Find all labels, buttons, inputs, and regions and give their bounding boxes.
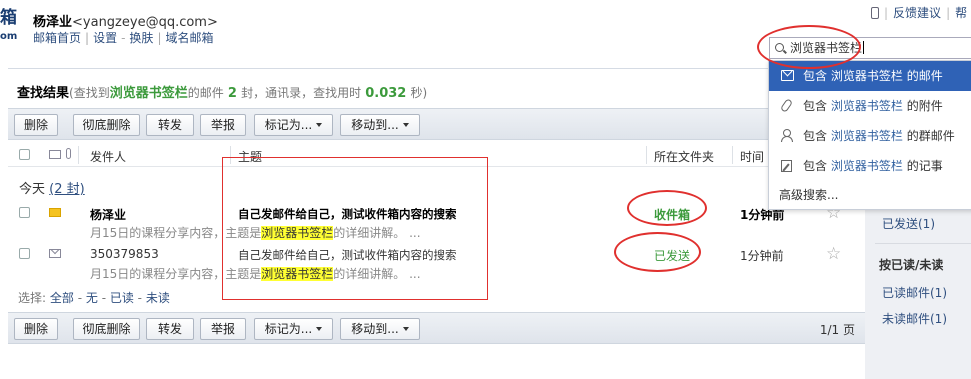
header-links: 邮箱首页 | 设置 - 换肤 | 域名邮箱 (33, 31, 214, 45)
filter-panel: 已发送(1) 按已读/未读 已读邮件(1) 未读邮件(1) (865, 196, 971, 379)
paperclip-icon (779, 98, 794, 113)
time-column[interactable]: 时间 (740, 148, 764, 165)
star-icon[interactable]: ☆ (826, 244, 841, 264)
select-all-link[interactable]: 全部 (50, 291, 74, 305)
report-button[interactable]: 举报 (200, 114, 246, 136)
mark-as-dropdown[interactable]: 标记为... (254, 318, 333, 340)
annotation-oval-sent (614, 232, 701, 272)
row-checkbox[interactable] (19, 207, 30, 218)
chevron-down-icon (402, 123, 409, 127)
mailbox-logo: 箱 om (0, 8, 18, 42)
select-none-link[interactable]: 无 (86, 291, 98, 305)
suggestion-group-mail[interactable]: 包含 浏览器书签栏 的群邮件 (769, 121, 971, 151)
mailbox-home-link[interactable]: 邮箱首页 (33, 31, 81, 45)
read-envelope-icon (49, 249, 61, 258)
chevron-down-icon (402, 327, 409, 331)
delete-forever-button[interactable]: 彻底删除 (73, 114, 140, 136)
forward-button[interactable]: 转发 (146, 318, 194, 340)
note-icon (781, 160, 792, 172)
elapsed-time: 0.032 (365, 86, 407, 101)
filter-unread[interactable]: 未读邮件(1) (882, 310, 947, 327)
top-toolbar: 删除 彻底删除 转发 举报 标记为... 移动到... (8, 108, 865, 140)
select-all-checkbox[interactable] (19, 149, 30, 160)
select-unread-link[interactable]: 未读 (146, 291, 170, 305)
chevron-down-icon (316, 327, 323, 331)
report-button[interactable]: 举报 (200, 318, 246, 340)
delete-button[interactable]: 删除 (14, 114, 58, 136)
delete-forever-button[interactable]: 彻底删除 (73, 318, 140, 340)
mail-sender: 杨泽业 (90, 208, 127, 222)
top-right-links: | 反馈建议 | 帮 (871, 4, 967, 21)
settings-link[interactable]: 设置 (93, 31, 117, 45)
skin-link[interactable]: 换肤 (129, 31, 153, 45)
group-count-link[interactable]: (2 封) (49, 182, 85, 197)
feedback-link[interactable]: 反馈建议 (893, 6, 941, 20)
user-name: 杨泽业 (33, 15, 73, 30)
sender-column[interactable]: 发件人 (90, 148, 126, 165)
domain-mail-link[interactable]: 域名邮箱 (165, 31, 213, 45)
mail-sender: 350379853 (90, 247, 159, 261)
filter-read-heading: 按已读/未读 (879, 258, 944, 272)
filter-sent[interactable]: 已发送(1) (882, 215, 935, 232)
move-to-dropdown[interactable]: 移动到... (340, 114, 420, 136)
phone-icon[interactable] (871, 7, 879, 19)
bottom-toolbar: 删除 彻底删除 转发 举报 标记为... 移动到... 1/1 页 (8, 312, 865, 344)
envelope-icon (781, 70, 794, 81)
move-to-dropdown[interactable]: 移动到... (340, 318, 420, 340)
annotation-rectangle (222, 157, 488, 300)
row-checkbox[interactable] (19, 248, 30, 259)
suggestion-note[interactable]: 包含 浏览器书签栏 的记事 (769, 151, 971, 181)
user-email: <yangzeye@qq.com> (72, 15, 218, 30)
annotation-oval-inbox (627, 190, 707, 226)
advanced-search-link[interactable]: 高级搜索... (769, 181, 971, 209)
envelope-icon (49, 150, 61, 159)
filter-read[interactable]: 已读邮件(1) (882, 284, 947, 301)
unread-envelope-icon (49, 208, 61, 217)
annotation-oval-search (757, 25, 861, 69)
mark-as-dropdown[interactable]: 标记为... (254, 114, 333, 136)
mail-time: 1分钟前 (740, 249, 784, 263)
chevron-down-icon (316, 123, 323, 127)
select-read-link[interactable]: 已读 (110, 291, 134, 305)
folder-column[interactable]: 所在文件夹 (654, 148, 714, 165)
group-today: 今天 (2 封) (19, 182, 85, 197)
delete-button[interactable]: 删除 (14, 318, 58, 340)
results-title: 查找结果(查找到浏览器书签栏的邮件 2 封，通讯录，查找用时 0.032 秒) (17, 86, 428, 101)
result-count: 2 (227, 86, 237, 101)
suggestion-attachment[interactable]: 包含 浏览器书签栏 的附件 (769, 91, 971, 121)
user-identity: 杨泽业<yangzeye@qq.com> (33, 11, 218, 30)
forward-button[interactable]: 转发 (146, 114, 194, 136)
help-link[interactable]: 帮 (955, 6, 967, 20)
paperclip-icon (66, 148, 71, 159)
group-icon (781, 129, 793, 142)
search-suggestions: 包含 浏览器书签栏 的邮件 包含 浏览器书签栏 的附件 包含 浏览器书签栏 的群… (768, 60, 971, 210)
pager: 1/1 页 (819, 323, 855, 337)
text-caret (863, 41, 865, 54)
